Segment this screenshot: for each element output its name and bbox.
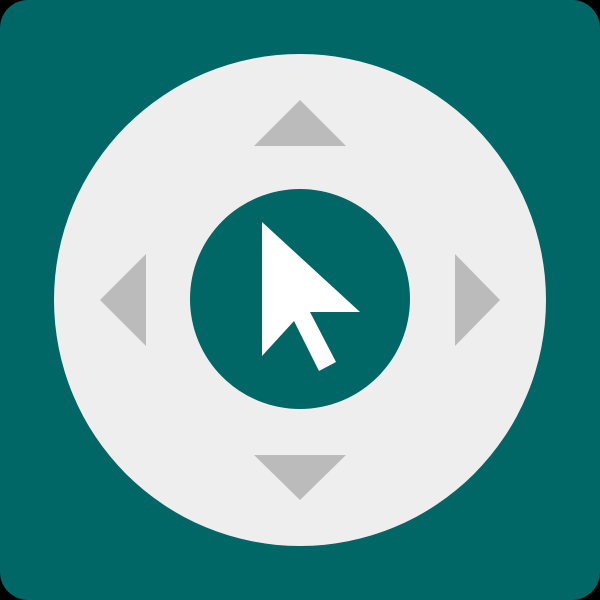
app-icon-graphic [0, 0, 600, 600]
app-icon [0, 0, 600, 600]
